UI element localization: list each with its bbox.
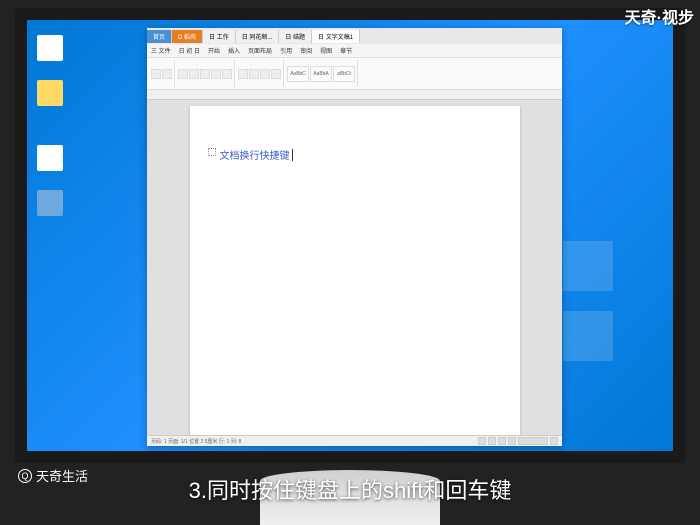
size-button[interactable]	[189, 69, 199, 79]
tab-doc[interactable]: 日 同花顺...	[236, 30, 280, 43]
bold-button[interactable]	[200, 69, 210, 79]
view-mode-button[interactable]	[488, 437, 496, 445]
menu-review[interactable]: 审阅	[296, 44, 316, 57]
style-normal[interactable]: AaBbC	[287, 66, 309, 82]
menu-layout[interactable]: 页面布局	[244, 44, 276, 57]
font-button[interactable]	[178, 69, 188, 79]
italic-button[interactable]	[211, 69, 221, 79]
zoom-in-button[interactable]	[550, 437, 558, 445]
zoom-slider[interactable]	[518, 437, 548, 445]
tab-doc-active[interactable]: 日 文字文稿1	[312, 30, 360, 43]
view-mode-button[interactable]	[498, 437, 506, 445]
status-bar: 页码: 1 页面: 1/1 位置 2.5厘米 行: 1 列: 8	[147, 435, 562, 446]
menu-ref[interactable]: 引用	[276, 44, 296, 57]
desktop-icon[interactable]	[35, 80, 65, 115]
text-cursor	[292, 149, 293, 161]
align-right-button[interactable]	[260, 69, 270, 79]
video-subtitle: 3.同时按住键盘上的shift和回车键	[0, 473, 700, 505]
align-left-button[interactable]	[238, 69, 248, 79]
menu-insert[interactable]: 插入	[224, 44, 244, 57]
status-page-info: 页码: 1 页面: 1/1 位置 2.5厘米 行: 1 列: 8	[151, 438, 241, 445]
tab-daoke[interactable]: D 稻壳	[172, 30, 203, 43]
tab-doc[interactable]: 日 工作	[203, 30, 236, 43]
status-right	[478, 437, 558, 445]
document-area: 文档换行快捷键	[147, 100, 562, 435]
document-page[interactable]: 文档换行快捷键	[190, 106, 520, 435]
ribbon-paragraph	[236, 60, 284, 87]
document-tab-bar: 首页 D 稻壳 日 工作 日 同花顺... 日 结题 日 文字文稿1	[147, 28, 562, 44]
align-center-button[interactable]	[249, 69, 259, 79]
menu-view[interactable]: 视图	[316, 44, 336, 57]
windows-desktop[interactable]: 首页 D 稻壳 日 工作 日 同花顺... 日 结题 日 文字文稿1 三 文件 …	[27, 20, 673, 451]
menu-qat[interactable]: 日 初 日	[175, 44, 204, 57]
desktop-icon[interactable]	[35, 35, 65, 70]
wps-writer-window: 首页 D 稻壳 日 工作 日 同花顺... 日 结题 日 文字文稿1 三 文件 …	[147, 28, 562, 446]
view-mode-button[interactable]	[478, 437, 486, 445]
style-heading1[interactable]: AaBbA	[310, 66, 332, 82]
watermark-top-right: 天奇·视步	[625, 4, 694, 28]
desktop-icon[interactable]	[35, 190, 65, 225]
document-text[interactable]: 文档换行快捷键	[220, 151, 290, 162]
tab-home[interactable]: 首页	[147, 30, 172, 43]
underline-button[interactable]	[222, 69, 232, 79]
monitor-frame: 首页 D 稻壳 日 工作 日 同花顺... 日 结题 日 文字文稿1 三 文件 …	[15, 8, 685, 463]
menu-bar: 三 文件 日 初 日 开始 插入 页面布局 引用 审阅 视图 章节	[147, 44, 562, 58]
list-button[interactable]	[271, 69, 281, 79]
paste-button[interactable]	[151, 69, 161, 79]
style-heading2[interactable]: aBbCt	[333, 66, 355, 82]
cut-button[interactable]	[162, 69, 172, 79]
ribbon-font	[176, 60, 235, 87]
ribbon-styles: AaBbC AaBbA aBbCt	[285, 60, 358, 87]
horizontal-ruler[interactable]	[147, 90, 562, 100]
paragraph-mark-icon	[208, 148, 216, 156]
menu-file[interactable]: 三 文件	[147, 44, 175, 57]
ribbon-clipboard	[149, 60, 175, 87]
tab-doc[interactable]: 日 结题	[279, 30, 312, 43]
menu-start[interactable]: 开始	[204, 44, 224, 57]
zoom-out-button[interactable]	[508, 437, 516, 445]
ribbon-toolbar: AaBbC AaBbA aBbCt	[147, 58, 562, 90]
menu-section[interactable]: 章节	[336, 44, 356, 57]
desktop-icon[interactable]	[35, 145, 65, 180]
